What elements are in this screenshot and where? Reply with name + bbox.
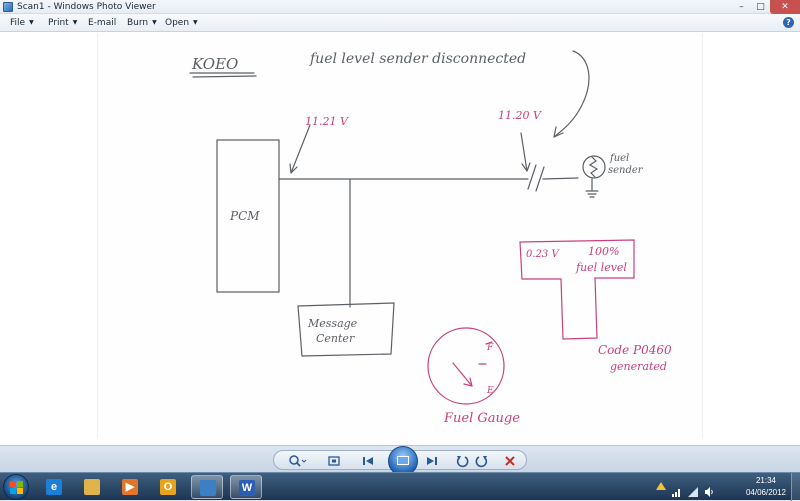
taskbar-outlook-button[interactable]: O [152,475,184,499]
menu-open[interactable]: Open ▼ [165,14,198,32]
previous-icon[interactable] [360,454,376,468]
outlook-icon: O [160,479,176,495]
scan-voltage: 0.23 V [526,249,560,260]
sender-voltage-reading: 11.20 V [498,109,542,122]
minimize-button[interactable]: – [732,0,751,14]
menu-print[interactable]: Print ▼ [48,14,77,32]
code-line1: Code P0460 [598,343,672,357]
delete-icon[interactable] [502,454,518,468]
system-tray: 21:34 04/06/2012 [650,473,800,501]
photo-viewer-icon [200,480,216,496]
help-icon[interactable]: ? [783,17,794,28]
menu-print-label: Print [48,18,69,28]
chevron-down-icon: ▼ [152,19,157,26]
clock-date: 04/06/2012 [745,488,786,497]
sender-voltage-arrow [520,132,528,172]
viewer-toolbar [0,445,800,476]
gauge-label: Fuel Gauge [443,411,520,426]
navigation-controls [273,446,527,476]
menu-bar: File ▼ Print ▼ E-mail Burn ▼ Open ▼ ? [0,14,800,32]
taskbar-file-explorer-button[interactable] [76,475,108,499]
start-button[interactable] [3,474,29,500]
scan-percent: 100% [588,245,619,258]
menu-file[interactable]: File ▼ [10,14,34,32]
start-flag-blue [10,488,16,494]
taskbar-media-player-button[interactable]: ▶ [114,475,146,499]
sender-resistor-zigzag [588,156,599,178]
pcm-voltage-reading: 11.21 V [305,115,349,128]
start-flag-green [17,481,23,487]
start-flag-yellow [17,488,23,494]
signal-icon[interactable] [688,482,698,497]
rotate-clockwise-icon[interactable] [474,454,490,468]
internet-explorer-icon: e [46,479,62,495]
message-center-line2: Center [316,332,355,345]
menu-email-label: E-mail [88,18,117,28]
photo-viewer-app-icon [3,2,13,12]
close-button[interactable]: ✕ [770,0,800,14]
ground-symbol [585,190,599,198]
actual-size-icon[interactable] [326,454,342,468]
media-player-icon: ▶ [122,479,138,495]
photo-viewer-window: Scan1 - Windows Photo Viewer – □ ✕ File ▼… [0,0,800,476]
action-center-icon[interactable] [656,482,666,490]
scanned-sketch: KOEO fuel level sender disconnected PCM … [97,33,703,439]
gauge-needle [452,362,473,387]
rotate-counterclockwise-icon[interactable] [454,454,470,468]
note-arrow-line [553,50,590,138]
window-controls: – □ ✕ [732,0,800,14]
volume-icon[interactable] [704,482,714,497]
taskbar-photo-viewer-button[interactable] [191,475,223,499]
start-flag-red [10,481,16,487]
taskbar-word-button[interactable]: W [230,475,262,499]
chevron-down-icon: ▼ [193,19,198,26]
pcm-label: PCM [229,209,260,223]
magnifier-icon[interactable] [284,454,310,468]
show-desktop-button[interactable] [791,473,800,501]
clock-time: 21:34 [755,476,776,485]
code-line2: generated [610,360,667,373]
scan-level: fuel level [575,261,627,274]
next-icon[interactable] [424,454,440,468]
sender-label-line1: fuel [609,153,629,164]
message-center-line1: Message [307,317,358,330]
window-title: Scan1 - Windows Photo Viewer [17,2,156,12]
chevron-down-icon: ▼ [72,19,78,26]
menu-file-label: File [10,18,26,28]
word-icon: W [239,480,255,496]
connector-stroke-1 [527,164,537,190]
menu-open-label: Open [165,18,190,28]
maximize-button[interactable]: □ [751,0,770,14]
signal-wire-to-sender [542,177,579,180]
chevron-down-icon: ▼ [29,19,34,26]
menu-burn[interactable]: Burn ▼ [127,14,157,32]
system-clock[interactable]: 21:34 04/06/2012 [746,475,786,499]
gauge-e-label: E [486,386,494,396]
title-bar: Scan1 - Windows Photo Viewer – □ ✕ [0,0,800,14]
wiring-sketch-drawing: KOEO fuel level sender disconnected PCM … [189,50,672,426]
image-viewport[interactable]: KOEO fuel level sender disconnected PCM … [0,33,800,445]
sketch-heading: KOEO [191,55,238,73]
pcm-voltage-arrow [290,124,311,174]
file-explorer-icon [84,479,100,495]
heading-underline-2 [192,75,257,78]
network-icon[interactable] [672,482,682,497]
sketch-note: fuel level sender disconnected [309,51,526,67]
menu-burn-label: Burn [127,18,149,28]
menu-email[interactable]: E-mail [88,14,116,32]
gauge-f-label: F [486,343,494,353]
taskbar-internet-explorer-button[interactable]: e [38,475,70,499]
sender-label-line2: sender [608,165,644,176]
taskbar: e ▶ O W 21:34 04/06/2012 [0,472,800,501]
